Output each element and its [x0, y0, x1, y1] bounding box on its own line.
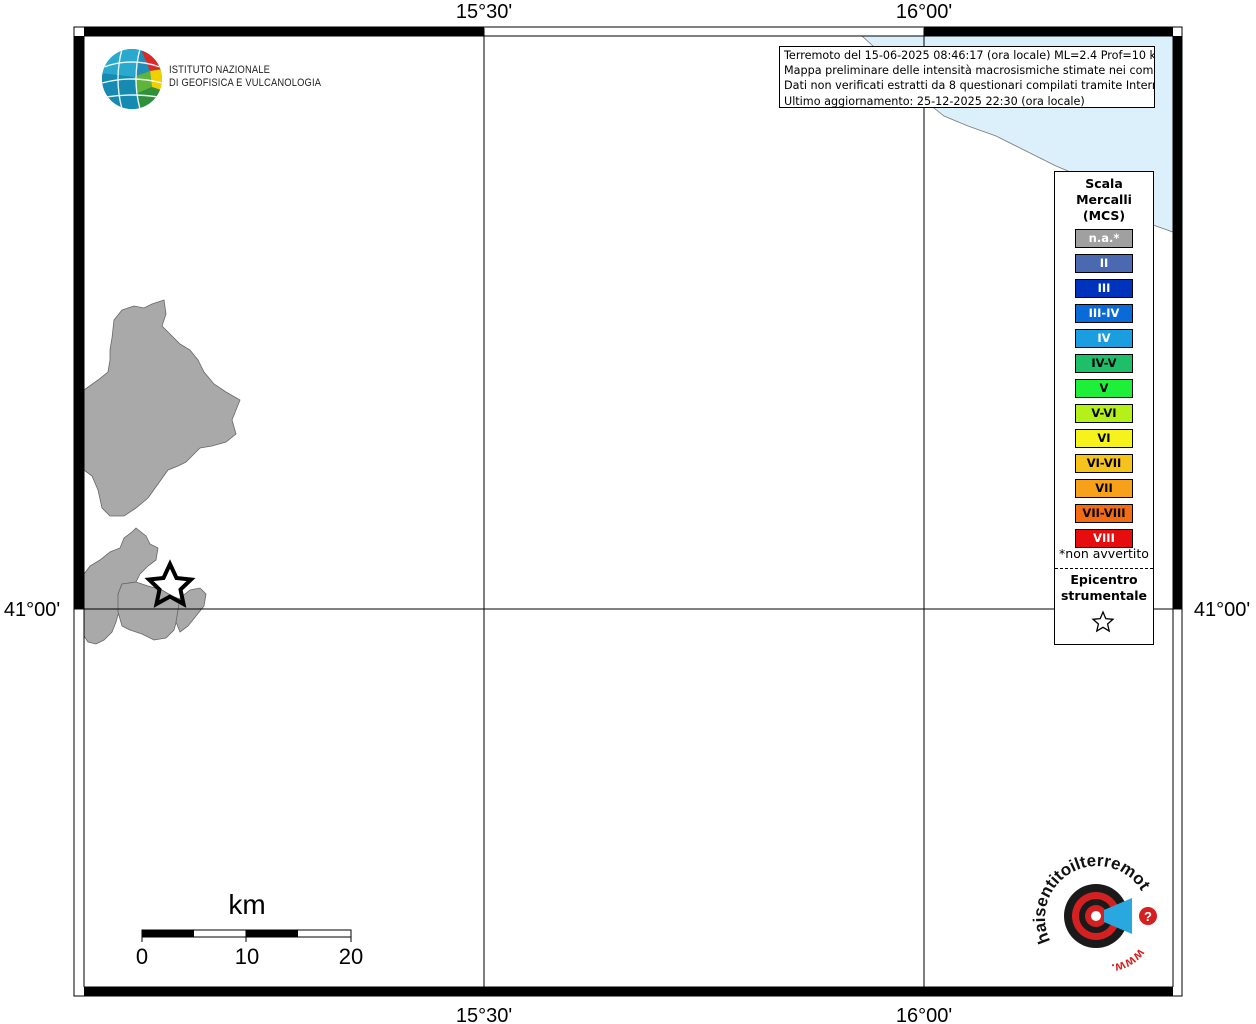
tick-top-1530: 15°30' — [456, 1, 512, 23]
legend-item: VII — [1075, 479, 1133, 498]
legend-item: n.a.* — [1075, 229, 1133, 248]
ingv-name-line-1: ISTITUTO NAZIONALE — [169, 64, 271, 76]
legend-item: III-IV — [1075, 304, 1133, 323]
frame-inner-lines — [83, 35, 1174, 988]
legend-title: Scala Mercalli (MCS) — [1055, 176, 1153, 224]
legend-item: V-VI — [1075, 404, 1133, 423]
ingv-name-line-2: DI GEOFISICA E VULCANOLOGIA — [169, 77, 322, 89]
legend-epicentre-line-2: strumentale — [1060, 588, 1148, 603]
ingv-logo: ISTITUTO NAZIONALE DI GEOFISICA E VULCAN… — [100, 47, 321, 111]
tick-top-1600: 16°00' — [896, 1, 952, 23]
legend-item: IV-V — [1075, 354, 1133, 373]
ingv-globe-icon — [102, 49, 162, 109]
tick-left-4100: 41°00' — [4, 599, 60, 621]
svg-text:?: ? — [1144, 909, 1152, 924]
legend-item: III — [1075, 279, 1133, 298]
haisentito-www: www. — [1111, 946, 1149, 977]
scale-bar: km 0 10 20 — [136, 889, 363, 969]
legend-items: n.a.* II III III-IV IV IV-V V V-VI VI VI-VII VII VI… — [1075, 229, 1133, 554]
svg-text:www.: www. — [1111, 946, 1149, 977]
scale-unit-label: km — [228, 889, 265, 920]
tick-right-4100: 41°00' — [1194, 599, 1250, 621]
legend-item: VII-VIII — [1075, 504, 1133, 523]
info-line-event: Terremoto del 15-06-2025 08:46:17 (ora l… — [784, 49, 1155, 62]
legend-star-icon — [1091, 610, 1115, 633]
scale-label-0: 0 — [136, 944, 148, 969]
legend-title-line-3: (MCS) — [1082, 208, 1126, 223]
ingv-name: ISTITUTO NAZIONALE DI GEOFISICA E VULCAN… — [169, 64, 321, 90]
info-line-updated: Ultimo aggiornamento: 25-12-2025 22:30 (… — [784, 94, 1085, 108]
haisentito-logo: haisentitoilterremoto.it www. ? — [1025, 837, 1166, 980]
legend-title-line-2: Mercalli — [1076, 192, 1132, 207]
legend-epicentre-line-1: Epicentro — [1070, 572, 1138, 587]
frame-checker — [74, 27, 1182, 996]
tick-bottom-1530: 15°30' — [456, 1005, 512, 1024]
scale-label-20: 20 — [339, 944, 363, 969]
legend-note: *non avvertito — [1059, 546, 1149, 561]
legend-item: VI — [1075, 429, 1133, 448]
info-line-map: Mappa preliminare delle intensità macros… — [784, 64, 1155, 78]
legend-item: II — [1075, 254, 1133, 273]
graticule — [74, 28, 1182, 996]
legend-title-line-1: Scala — [1085, 176, 1123, 191]
legend-separator — [1055, 568, 1153, 569]
legend-item: V — [1075, 379, 1133, 398]
municipality-north — [83, 299, 241, 517]
map-frame — [73, 26, 1183, 997]
info-line-data: Dati non verificati estratti da 8 questi… — [784, 79, 1155, 93]
event-info-box: Terremoto del 15-06-2025 08:46:17 (ora l… — [779, 46, 1155, 108]
haisentito-logo-icon: haisentitoilterremoto.it www. ? — [1025, 837, 1157, 977]
intensity-legend: Scala Mercalli (MCS) n.a.* II III III-IV IV I… — [1054, 171, 1154, 645]
legend-item: IV — [1075, 329, 1133, 348]
scale-label-10: 10 — [235, 944, 259, 969]
municipality-south — [117, 581, 183, 641]
tick-bottom-1600: 16°00' — [896, 1005, 952, 1024]
legend-epicentre-label: Epicentro strumentale — [1055, 572, 1153, 604]
legend-item: VI-VII — [1075, 454, 1133, 473]
